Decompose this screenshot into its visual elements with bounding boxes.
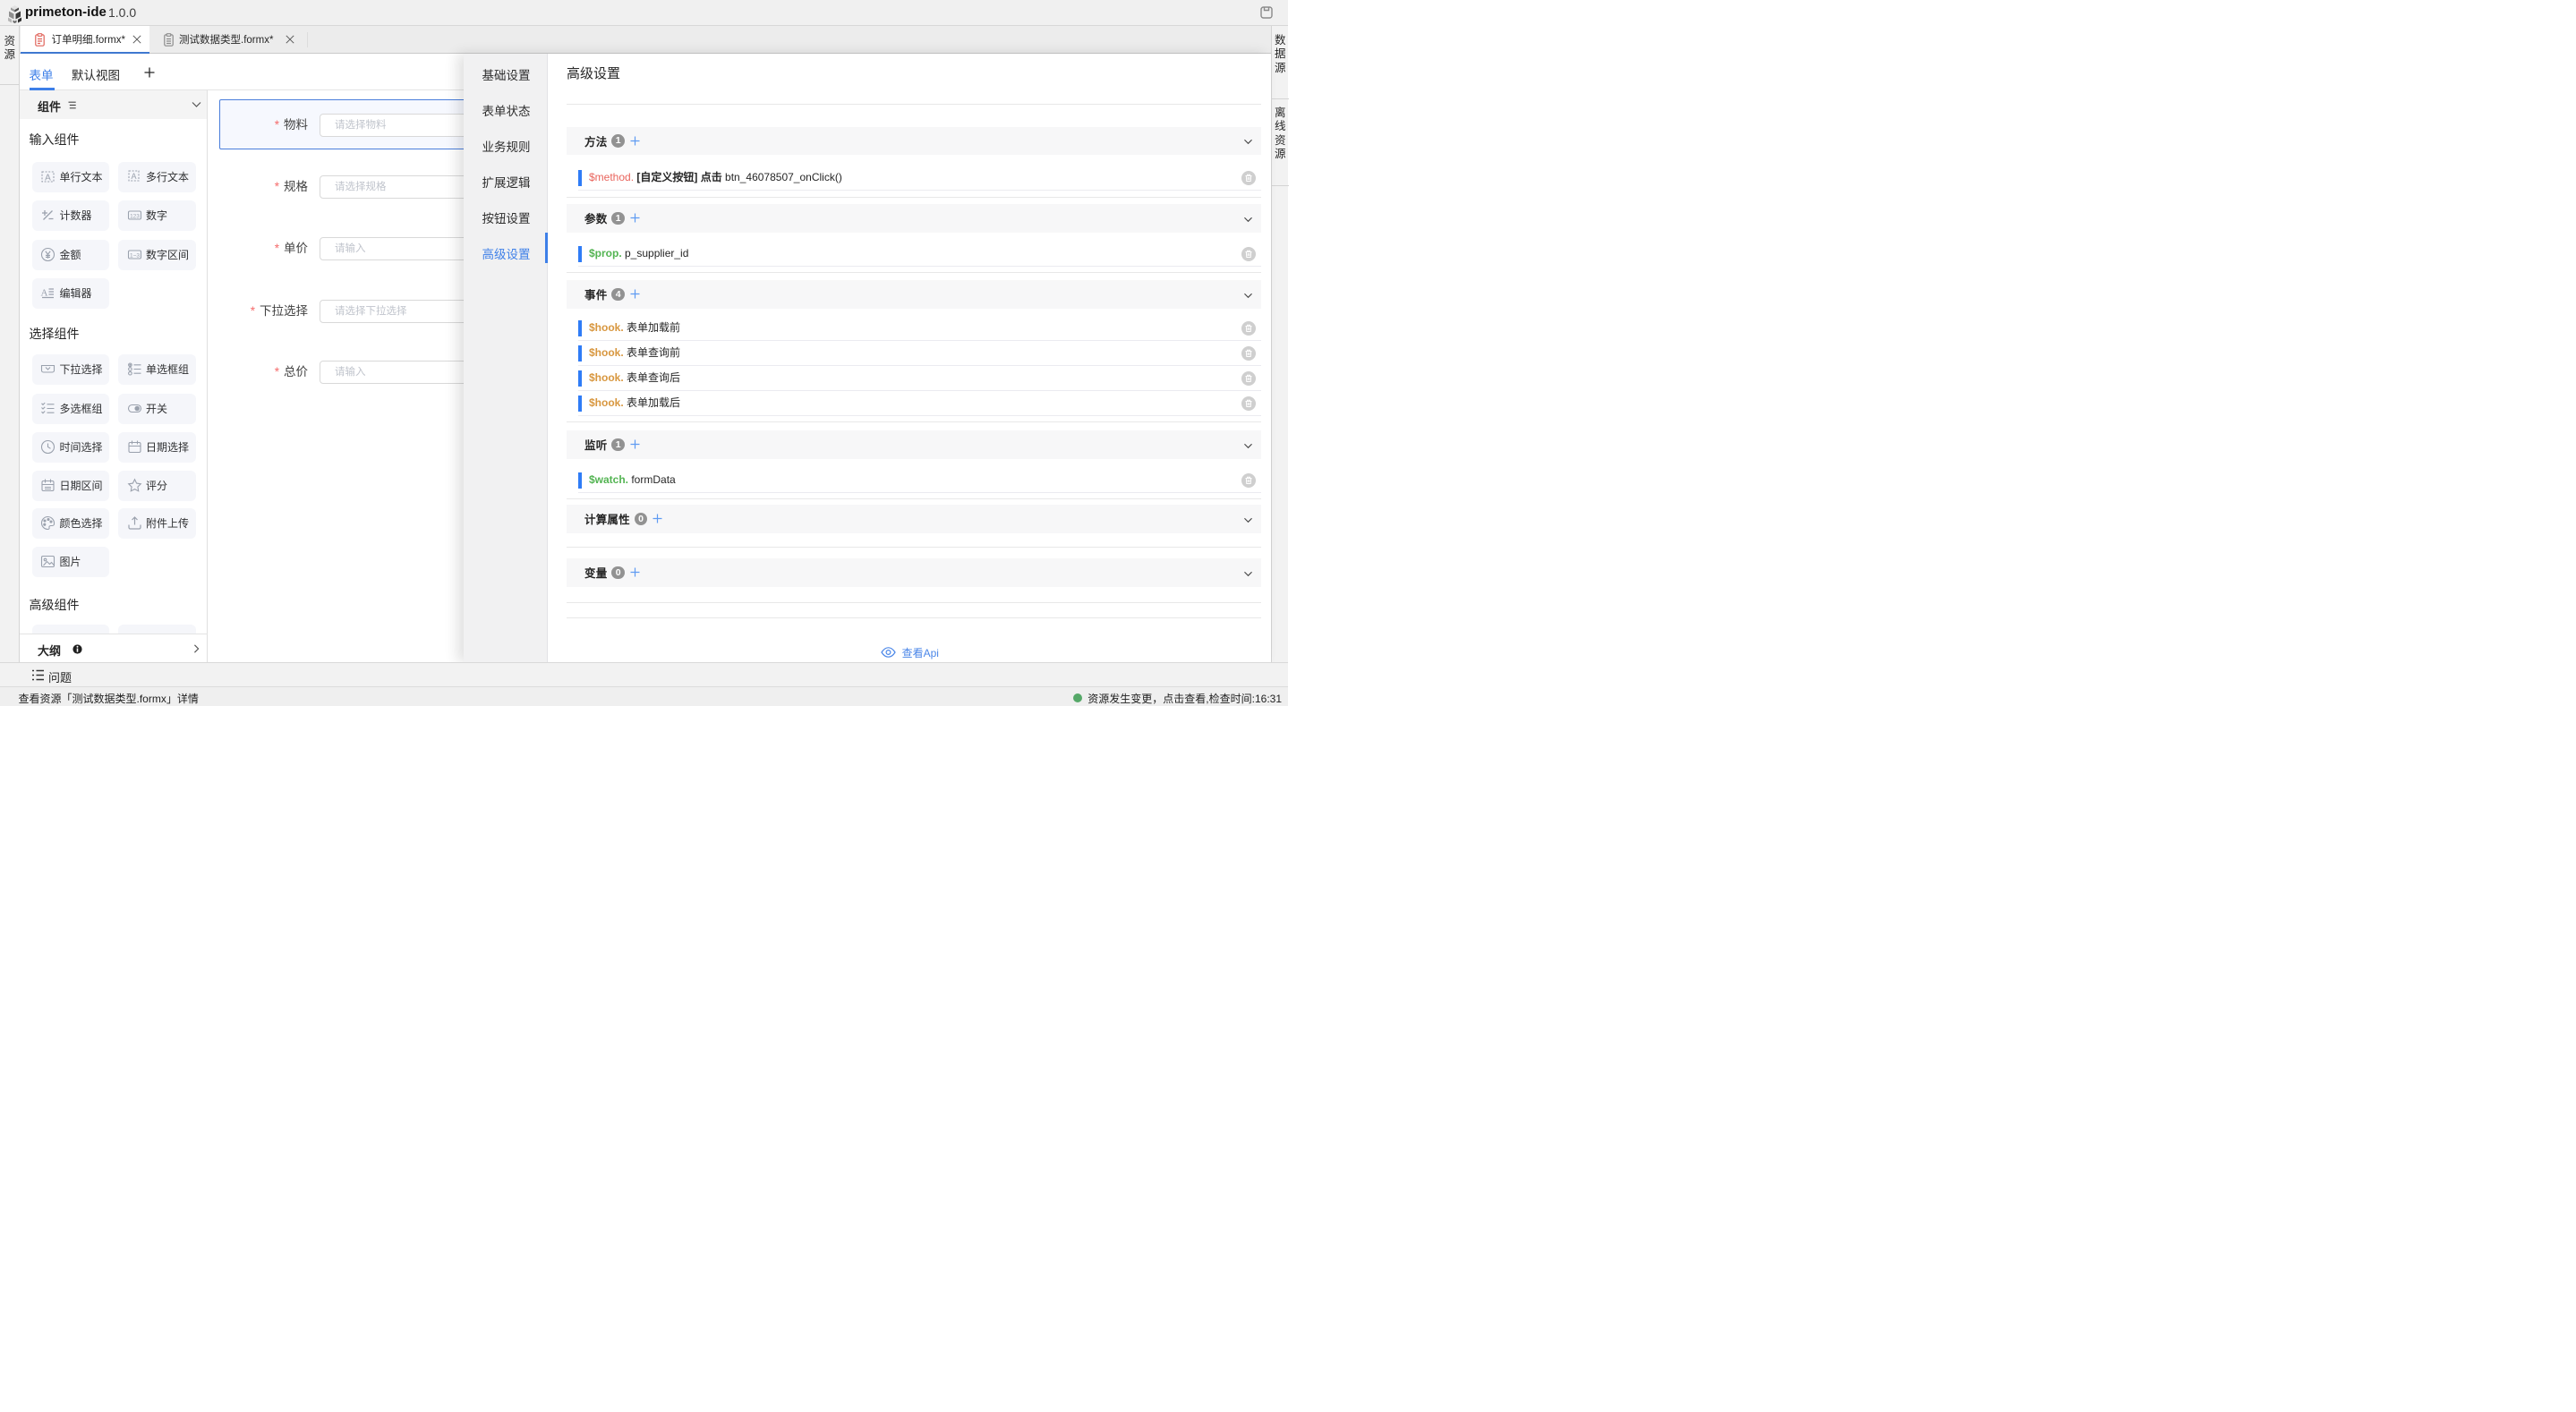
svg-text:A: A: [131, 172, 136, 181]
svg-text:123: 123: [130, 213, 140, 219]
svg-text:A: A: [45, 173, 51, 183]
svg-text:A: A: [41, 288, 48, 299]
svg-text:1~3: 1~3: [129, 252, 139, 259]
